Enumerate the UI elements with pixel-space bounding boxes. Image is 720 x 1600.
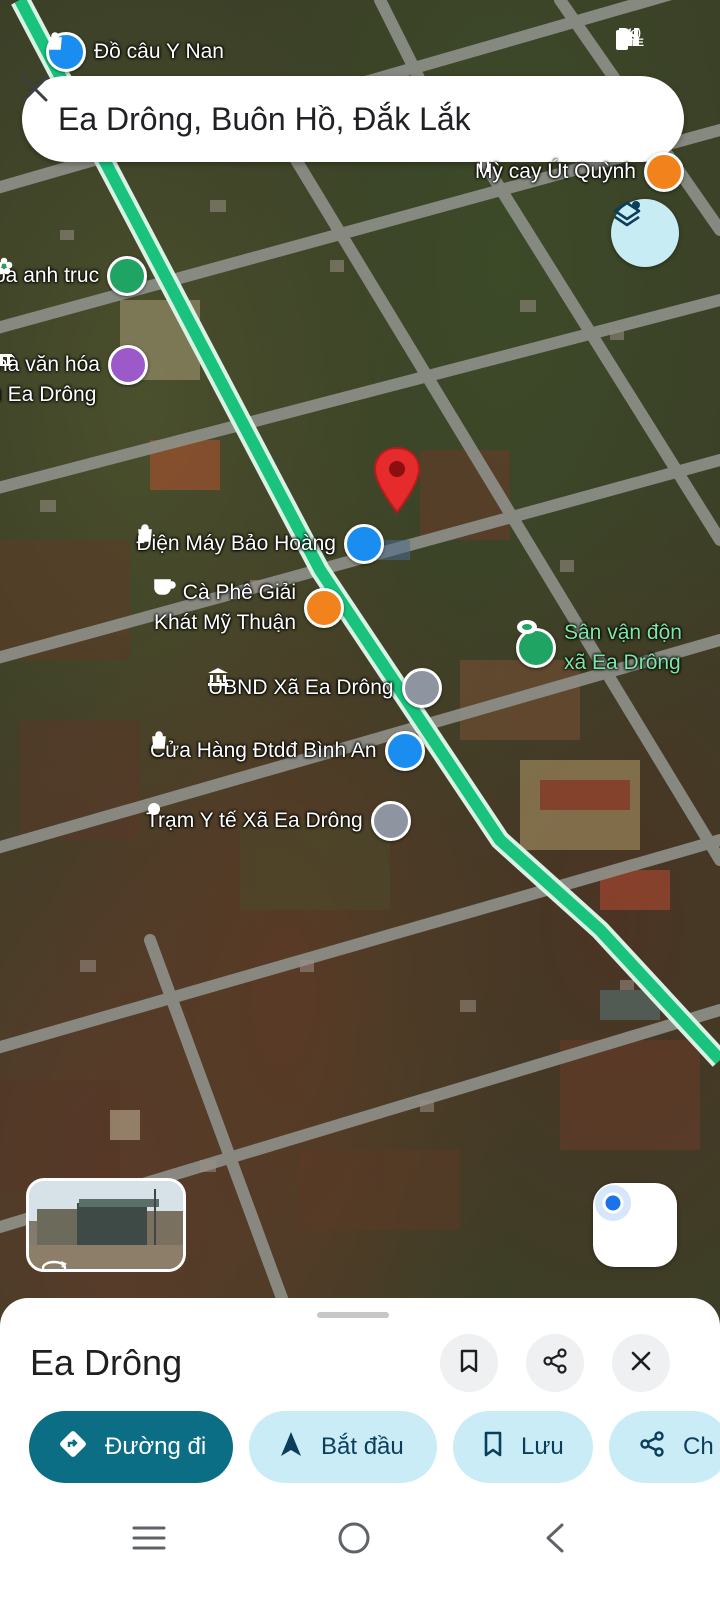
restaurant-icon (477, 152, 684, 192)
home-button[interactable] (324, 1510, 384, 1570)
action-chips: Đường đi Bắt đầu Lưu Ch (29, 1411, 720, 1483)
layers-button[interactable] (611, 199, 679, 267)
navigation-arrow-icon (279, 1430, 303, 1465)
close-icon (631, 1351, 651, 1376)
poi-cua-hang-binh-an[interactable]: Cửa Hàng Đtdđ Bình An (150, 731, 425, 771)
recent-apps-button[interactable] (119, 1510, 179, 1570)
directions-button[interactable]: Đường đi (29, 1411, 233, 1483)
poi-label-line2: ı Ea Drông (0, 383, 97, 406)
directions-label: Đường đi (105, 1433, 207, 1460)
save-bookmark-button[interactable] (440, 1334, 498, 1392)
drag-handle[interactable] (317, 1312, 389, 1318)
shopping-bag-icon (152, 731, 425, 771)
place-dot-icon (148, 801, 411, 841)
share-icon (542, 1347, 568, 1379)
share-button[interactable] (526, 1334, 584, 1392)
poi-san-van-dong[interactable]: Sân vận độn xã Ea Drông (516, 618, 682, 678)
place-title: Ea Drông (30, 1342, 183, 1383)
flower-icon (0, 256, 148, 296)
bookmark-icon (459, 1349, 479, 1378)
poi-label-line1: hà văn hóa (0, 353, 100, 376)
poi-label-line1: Sân vận độn (564, 621, 682, 644)
poi-nha-van-hoa[interactable]: hà văn hóa ı Ea Drông (0, 345, 148, 410)
shopping-bag-icon (138, 524, 384, 564)
red-marker-icon (373, 446, 421, 514)
system-navigation-bar (0, 1490, 720, 1600)
share-icon (639, 1430, 665, 1464)
stadium-icon (516, 620, 556, 668)
poi-label-line2: Khát Mỹ Thuận (154, 611, 297, 634)
poi-label: Điện Máy Bảo Hoàng (136, 532, 336, 555)
bookmark-icon (483, 1431, 503, 1464)
start-button[interactable]: Bắt đầu (249, 1411, 437, 1483)
close-icon[interactable] (22, 76, 664, 143)
status-bar: Vo) LTE (616, 28, 668, 50)
poi-label: Trạm Y tế Xã Ea Drông (146, 809, 363, 832)
shopping-bag-icon (46, 32, 86, 72)
place-bottom-sheet[interactable]: Ea Drông Đường đi Bắt đầu Lưu Ch (0, 1298, 720, 1600)
poi-label-line2: xã Ea Drông (564, 651, 681, 674)
poi-label: Cửa Hàng Đtdđ Bình An (150, 739, 377, 762)
poi-label: Đồ câu Y Nan (94, 40, 224, 63)
recent-apps-icon (132, 1525, 166, 1556)
poi-anh-truc[interactable]: pa anh truc (0, 256, 148, 296)
search-bar[interactable]: Ea Drông, Buôn Hồ, Đắk Lắk (22, 76, 684, 162)
poi-tram-y-te[interactable]: Trạm Y tế Xã Ea Drông (146, 801, 411, 841)
poi-label: pa anh truc (0, 264, 100, 287)
poi-dien-may-bao-hoang[interactable]: Điện Máy Bảo Hoàng (136, 524, 384, 564)
share-label: Ch (683, 1433, 714, 1460)
my-location-button[interactable] (593, 1183, 677, 1267)
back-button[interactable] (525, 1510, 585, 1570)
close-sheet-button[interactable] (612, 1334, 670, 1392)
cultural-center-icon (0, 345, 148, 385)
home-icon (337, 1521, 371, 1560)
poi-my-cay-ut-quynh[interactable]: Mỳ cay Út Quỳnh (475, 152, 684, 192)
coffee-cup-icon (154, 579, 345, 628)
back-icon (544, 1523, 566, 1558)
government-building-icon (208, 668, 442, 708)
street-view-thumbnail[interactable] (26, 1178, 186, 1272)
poi-ca-phe-my-thuan[interactable]: Cà Phê Giải Khát Mỹ Thuận (154, 578, 345, 638)
start-label: Bắt đầu (321, 1433, 404, 1460)
poi-do-cau-y-nan[interactable]: Đồ câu Y Nan (46, 32, 224, 72)
search-query-text: Ea Drông, Buôn Hồ, Đắk Lắk (58, 100, 471, 137)
map-view[interactable]: Vo) LTE Đồ câu Y Nan Ea Drông, Buôn Hồ, Đ… (0, 0, 720, 1320)
directions-icon (59, 1430, 87, 1465)
poi-ubnd-xa-ea-drong[interactable]: UBND Xã Ea Drông (208, 668, 442, 708)
save-button[interactable]: Lưu (453, 1411, 593, 1483)
poi-label: UBND Xã Ea Drông (208, 676, 394, 699)
poi-label: Mỳ cay Út Quỳnh (474, 160, 636, 183)
share-chip-button[interactable]: Ch (609, 1411, 720, 1483)
save-label: Lưu (521, 1433, 564, 1460)
